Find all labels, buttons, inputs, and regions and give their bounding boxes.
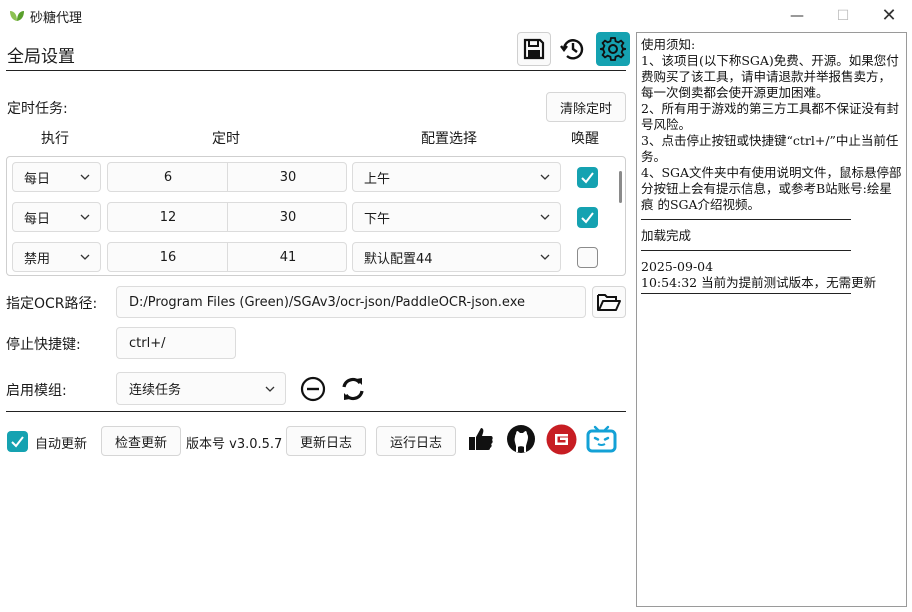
minute-input[interactable]: 30: [228, 163, 348, 191]
minus-circle-icon: [300, 376, 326, 402]
history-button[interactable]: [556, 32, 590, 66]
thumbs-up-icon: [469, 428, 493, 450]
like-button[interactable]: [466, 424, 496, 454]
time-spinbox: 12 30: [107, 202, 347, 232]
window-title: 砂糖代理: [30, 11, 83, 26]
minute-input[interactable]: 30: [228, 203, 348, 231]
settings-button[interactable]: [596, 32, 630, 66]
chevron-down-icon: [80, 174, 90, 180]
title-bar: 砂糖代理 — ☐ ✕: [0, 0, 912, 31]
version-label: 版本号 v3.0.5.7: [186, 437, 283, 452]
table-row: 每日 6 30 上午: [7, 162, 625, 192]
log-message: 10:54:32 当前为提前测试版本，无需更新: [641, 275, 877, 290]
chevron-down-icon: [540, 174, 550, 180]
column-header-time: 定时: [212, 131, 240, 147]
log-separator: [641, 219, 851, 220]
chevron-down-icon: [265, 386, 275, 392]
time-spinbox: 6 30: [107, 162, 347, 192]
column-header-execute: 执行: [41, 131, 69, 147]
schedule-label: 定时任务:: [7, 101, 68, 117]
table-row: 禁用 16 41 默认配置44: [7, 242, 625, 272]
folder-open-icon: [597, 294, 621, 311]
config-value: 上午: [364, 171, 391, 187]
close-button[interactable]: ✕: [866, 0, 912, 31]
remove-module-button[interactable]: [299, 375, 327, 403]
bilibili-button[interactable]: [585, 423, 617, 455]
minimize-button[interactable]: —: [774, 0, 820, 31]
chevron-down-icon: [80, 254, 90, 260]
run-log-button[interactable]: 运行日志: [376, 426, 456, 456]
mode-value: 每日: [24, 211, 51, 227]
github-icon: [507, 425, 535, 453]
time-spinbox: 16 41: [107, 242, 347, 272]
table-row: 每日 12 30 下午: [7, 202, 625, 232]
checkmark-icon: [11, 436, 24, 448]
save-button[interactable]: [517, 32, 551, 66]
footer-divider: [6, 411, 626, 412]
mode-value: 禁用: [24, 251, 51, 267]
hour-input[interactable]: 12: [108, 203, 228, 231]
wake-checkbox[interactable]: [577, 207, 598, 228]
column-header-wake: 唤醒: [571, 131, 599, 147]
mode-select[interactable]: 每日: [12, 202, 101, 232]
gitee-icon: [546, 424, 576, 454]
schedule-table[interactable]: 每日 6 30 上午 每日 12 30 下午 禁用 16 41 默认配置44: [6, 156, 626, 276]
module-select[interactable]: 连续任务: [116, 372, 286, 405]
auto-update-checkbox[interactable]: [7, 431, 28, 452]
module-label: 启用模组:: [6, 383, 67, 399]
config-select[interactable]: 默认配置44: [352, 242, 561, 272]
hour-input[interactable]: 16: [108, 243, 228, 271]
chevron-down-icon: [540, 214, 550, 220]
checkmark-icon: [581, 212, 594, 224]
hotkey-label: 停止快捷键:: [6, 337, 81, 353]
gitee-button[interactable]: [545, 423, 577, 455]
gear-icon: [600, 37, 626, 61]
config-value: 下午: [364, 211, 391, 227]
history-icon: [560, 39, 584, 60]
mode-select[interactable]: 每日: [12, 162, 101, 192]
hour-input[interactable]: 6: [108, 163, 228, 191]
chevron-down-icon: [540, 254, 550, 260]
log-date: 2025-09-04: [641, 259, 714, 274]
wake-checkbox[interactable]: [577, 167, 598, 188]
ocr-path-input[interactable]: D:/Program Files (Green)/SGAv3/ocr-json/…: [116, 286, 586, 318]
wake-checkbox[interactable]: [577, 247, 598, 268]
refresh-icon: [342, 377, 364, 401]
header-divider: [6, 70, 626, 71]
bilibili-icon: [586, 425, 616, 453]
page-title: 全局设置: [7, 47, 75, 67]
maximize-button[interactable]: ☐: [820, 0, 866, 31]
module-value: 连续任务: [129, 383, 182, 398]
mode-value: 每日: [24, 171, 51, 187]
github-button[interactable]: [505, 423, 537, 455]
column-header-config: 配置选择: [421, 131, 477, 147]
check-update-button[interactable]: 检查更新: [101, 426, 181, 456]
save-icon: [523, 38, 545, 60]
minute-input[interactable]: 41: [228, 243, 348, 271]
ocr-path-label: 指定OCR路径:: [6, 296, 98, 312]
leaf-logo-icon: [10, 11, 24, 21]
auto-update-label: 自动更新: [35, 437, 88, 452]
browse-ocr-button[interactable]: [592, 286, 626, 318]
table-scrollbar[interactable]: [619, 171, 622, 203]
clear-schedule-button[interactable]: 清除定时: [546, 92, 626, 122]
checkmark-icon: [581, 172, 594, 184]
changelog-button[interactable]: 更新日志: [286, 426, 366, 456]
config-select[interactable]: 上午: [352, 162, 561, 192]
log-separator: [641, 250, 851, 251]
usage-notice: 使用须知: 1、该项目(以下称SGA)免费、开源。如果您付费购买了该工具，请申请…: [641, 37, 902, 212]
log-separator: [641, 293, 851, 294]
config-select[interactable]: 下午: [352, 202, 561, 232]
mode-select[interactable]: 禁用: [12, 242, 101, 272]
refresh-module-button[interactable]: [338, 374, 368, 404]
log-load-done: 加载完成: [641, 228, 692, 243]
config-value: 默认配置44: [364, 251, 433, 267]
hotkey-input[interactable]: ctrl+/: [116, 327, 236, 359]
log-panel[interactable]: 使用须知: 1、该项目(以下称SGA)免费、开源。如果您付费购买了该工具，请申请…: [636, 32, 907, 607]
chevron-down-icon: [80, 214, 90, 220]
